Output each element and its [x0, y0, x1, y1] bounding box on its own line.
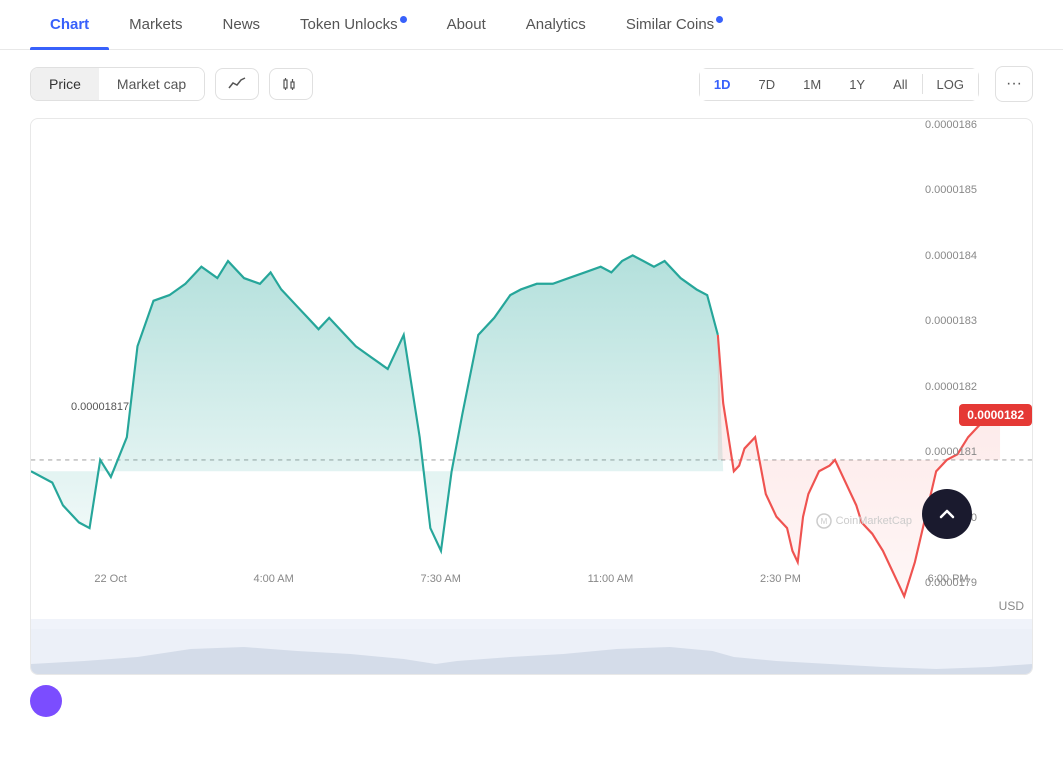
scroll-up-btn[interactable] — [922, 489, 972, 539]
market-cap-toggle-btn[interactable]: Market cap — [99, 68, 204, 100]
candlestick-icon — [282, 77, 300, 91]
x-label-5: 2:30 PM — [760, 573, 801, 585]
time-1m-btn[interactable]: 1M — [789, 69, 835, 100]
chart-wrapper: 0.0000186 0.0000185 0.0000184 0.0000183 … — [30, 118, 1033, 675]
coinmarketcap-watermark: M CoinMarketCap — [816, 513, 912, 529]
token-unlocks-dot — [400, 16, 407, 23]
log-btn[interactable]: LOG — [923, 69, 978, 100]
avatar — [30, 685, 62, 717]
tab-analytics[interactable]: Analytics — [506, 0, 606, 49]
x-label-4: 11:00 AM — [588, 573, 634, 585]
price-marketcap-toggle: Price Market cap — [30, 67, 205, 101]
price-toggle-btn[interactable]: Price — [31, 68, 99, 100]
chart-container: 0.0000186 0.0000185 0.0000184 0.0000183 … — [31, 119, 1032, 619]
bottom-bar — [0, 675, 1063, 727]
similar-coins-dot — [716, 16, 723, 23]
mini-chart-svg — [31, 619, 1032, 674]
tab-news[interactable]: News — [203, 0, 281, 49]
tab-similar-coins[interactable]: Similar Coins — [606, 0, 743, 49]
chevron-up-icon — [937, 504, 957, 524]
time-7d-btn[interactable]: 7D — [745, 69, 790, 100]
price-chart-svg — [31, 119, 1032, 619]
chart-toolbar: Price Market cap 1D 7D 1M 1Y All LOG ··· — [0, 50, 1063, 118]
time-1d-btn[interactable]: 1D — [700, 69, 745, 100]
watermark-text: CoinMarketCap — [836, 515, 912, 527]
tab-token-unlocks[interactable]: Token Unlocks — [280, 0, 427, 49]
more-options-btn[interactable]: ··· — [995, 66, 1033, 102]
line-chart-icon — [228, 77, 246, 91]
reference-price-label: 0.00001817 — [71, 401, 129, 413]
time-1y-btn[interactable]: 1Y — [835, 69, 879, 100]
x-label-3: 7:30 AM — [421, 573, 461, 585]
tab-markets[interactable]: Markets — [109, 0, 202, 49]
x-label-1: 22 Oct — [94, 573, 126, 585]
svg-text:M: M — [820, 517, 827, 526]
line-chart-btn[interactable] — [215, 68, 259, 100]
tab-about[interactable]: About — [427, 0, 506, 49]
tab-chart[interactable]: Chart — [30, 0, 109, 49]
coinmarketcap-logo-icon: M — [816, 513, 832, 529]
x-label-2: 4:00 AM — [253, 573, 293, 585]
x-label-6: 6:00 PM — [928, 573, 969, 585]
time-all-btn[interactable]: All — [879, 69, 921, 100]
candlestick-btn[interactable] — [269, 68, 313, 100]
usd-label: USD — [999, 599, 1024, 613]
x-axis: 22 Oct 4:00 AM 7:30 AM 11:00 AM 2:30 PM … — [31, 565, 1032, 589]
current-price-badge: 0.0000182 — [959, 404, 1032, 426]
time-range-group: 1D 7D 1M 1Y All LOG — [699, 68, 979, 101]
mini-chart-area — [31, 619, 1032, 674]
nav-tabs: Chart Markets News Token Unlocks About A… — [0, 0, 1063, 50]
